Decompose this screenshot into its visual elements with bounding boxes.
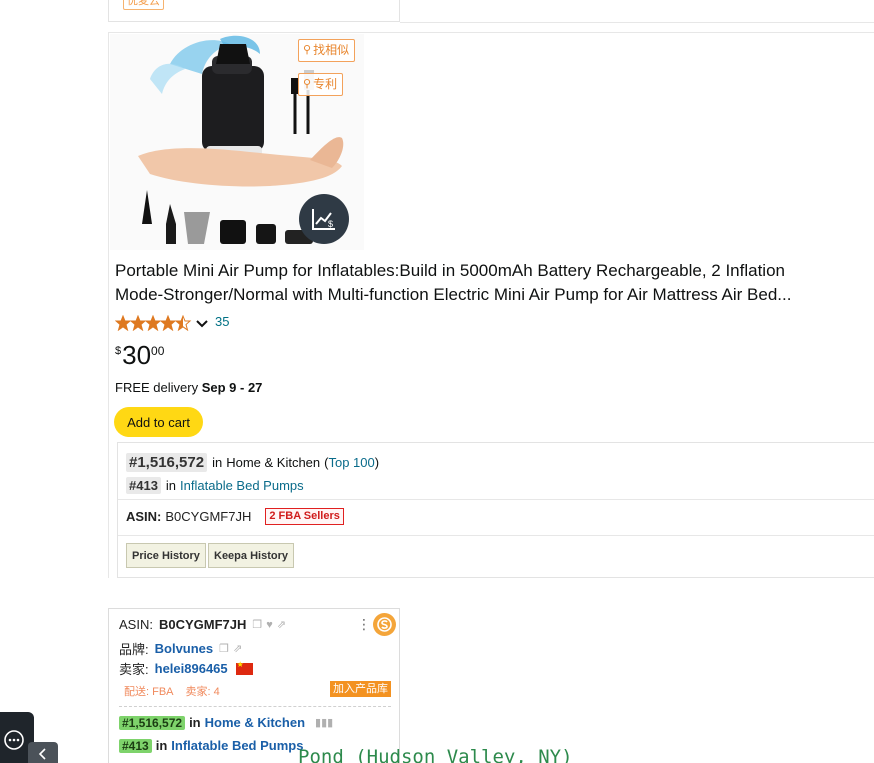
ext-tags-row: 配送: FBA 卖家: 4 [123, 682, 221, 700]
chat-bubble-icon [4, 730, 24, 750]
find-similar-label: 找相似 [313, 43, 350, 57]
sub-rank-in: in [165, 478, 177, 493]
seller-extension-panel: ASIN: B0CYGMF7JH ❐ ♥ ⇗ ⋮ 品牌: Bolvunes ❐ … [108, 608, 400, 763]
ext-asin-label: ASIN: [119, 617, 153, 632]
stars-icon [115, 315, 192, 331]
collapse-arrow-button[interactable] [28, 742, 58, 763]
heart-icon[interactable]: ♥ [266, 619, 273, 631]
asin-row: ASIN: B0CYGMF7JH 2 FBA Sellers [126, 508, 344, 525]
add-to-cart-button[interactable]: Add to cart [114, 407, 203, 437]
ext-asin-row: ASIN: B0CYGMF7JH ❐ ♥ ⇗ [119, 617, 286, 632]
chevron-left-icon [38, 748, 46, 760]
main-rank-category: Home & Kitchen [226, 455, 321, 470]
product-title-line2: Mode-Stronger/Normal with Multi-function… [115, 285, 792, 304]
asin-label: ASIN: [126, 509, 162, 524]
product-image[interactable]: ⚲ 找相似 ⚲ 专利 $ [110, 34, 364, 250]
product-card: ⚲ 找相似 ⚲ 专利 $ Portable Mini Air Pump for … [108, 32, 874, 578]
find-similar-button[interactable]: ⚲ 找相似 [298, 39, 356, 62]
ext-seller-link[interactable]: helei896465 [155, 661, 228, 676]
chevron-down-icon[interactable] [195, 315, 209, 331]
keepa-history-button[interactable]: Keepa History [208, 543, 294, 568]
svg-text:$: $ [328, 219, 333, 229]
logo-glyph-icon [377, 617, 392, 632]
china-flag-icon [235, 660, 253, 675]
ext-asin-value: B0CYGMF7JH [158, 617, 247, 632]
price: $ 30 00 [115, 340, 164, 370]
ext-rank2-category[interactable]: Inflatable Bed Pumps [171, 738, 303, 753]
search-icon: ⚲ [303, 44, 312, 56]
patent-icon: ⚲ [303, 78, 312, 90]
ext-brand-link[interactable]: Bolvunes [155, 641, 214, 656]
price-whole: 30 [122, 340, 152, 370]
ext-rank2-badge: #413 [119, 738, 152, 753]
ext-rank1-category[interactable]: Home & Kitchen [205, 715, 305, 730]
sub-rank-badge: #413 [126, 477, 161, 494]
more-menu-icon[interactable]: ⋮ [357, 617, 371, 631]
patent-label: 专利 [313, 77, 338, 91]
product-title-link[interactable]: Portable Mini Air Pump for Inflatables:B… [115, 259, 874, 307]
divider [119, 706, 391, 707]
ext-rank2-row: #413 in Inflatable Bed Pumps [119, 738, 303, 753]
ext-rank1-badge: #1,516,572 [119, 715, 186, 730]
ext-rank1-in: in [189, 715, 201, 730]
patent-button[interactable]: ⚲ 专利 [298, 73, 344, 96]
ext-brand-row: 品牌: Bolvunes ❐ ⇗ [119, 639, 242, 658]
price-fraction: 00 [151, 344, 165, 358]
main-rank-badge: #1,516,572 [126, 453, 208, 472]
sub-category-link[interactable]: Inflatable Bed Pumps [180, 478, 304, 493]
price-symbol: $ [115, 345, 122, 357]
copy-icon[interactable]: ❐ [252, 618, 262, 631]
divider [400, 22, 874, 23]
rank-panel: #1,516,572 in Home & Kitchen (Top 100) #… [117, 442, 874, 578]
rating-row: 35 [115, 314, 229, 331]
divider [118, 499, 874, 500]
ext-rank1-row: #1,516,572 in Home & Kitchen ▮▮▮ [119, 715, 333, 730]
delivery-fba-tag: 配送: FBA [124, 686, 174, 698]
delivery-info: FREE delivery Sep 9 - 27 [115, 380, 262, 395]
share-icon[interactable]: ⇗ [233, 642, 242, 655]
delivery-dates: Sep 9 - 27 [201, 380, 263, 395]
copy-icon[interactable]: ❐ [219, 642, 229, 655]
overlay-location-text: Pond (Hudson Valley, NY) [298, 746, 573, 763]
youmaiyun-tag[interactable]: 优麦云 [123, 0, 164, 10]
asin-value: B0CYGMF7JH [165, 509, 252, 524]
bar-chart-icon[interactable]: ▮▮▮ [315, 716, 333, 729]
ext-rank2-in: in [155, 738, 168, 753]
ext-seller-label: 卖家: [119, 662, 149, 677]
delivery-prefix: FREE delivery [115, 380, 199, 395]
divider [118, 535, 874, 536]
rating-count-link[interactable]: 35 [215, 314, 229, 329]
main-rank-row: #1,516,572 in Home & Kitchen (Top 100) [126, 453, 379, 472]
ext-brand-label: 品牌: [119, 642, 149, 657]
extension-logo-icon[interactable] [373, 613, 396, 636]
add-to-library-button[interactable]: 加入产品库 [330, 681, 391, 697]
sellers-count-tag[interactable]: 卖家: 4 [185, 682, 221, 700]
previous-product-card: 优麦云 [108, 0, 400, 22]
main-rank-in: in [212, 455, 223, 470]
ext-seller-row: 卖家: helei896465 [119, 659, 253, 678]
top-100-link[interactable]: Top 100 [328, 455, 374, 470]
share-icon[interactable]: ⇗ [277, 618, 286, 631]
fba-sellers-badge[interactable]: 2 FBA Sellers [265, 508, 344, 525]
star-rating[interactable] [115, 315, 209, 331]
sales-chart-button[interactable]: $ [299, 194, 349, 244]
trend-chart-icon: $ [312, 209, 335, 230]
product-title-line1: Portable Mini Air Pump for Inflatables:B… [115, 261, 785, 280]
price-history-button[interactable]: Price History [126, 543, 206, 568]
sub-rank-row: #413 in Inflatable Bed Pumps [126, 477, 304, 494]
